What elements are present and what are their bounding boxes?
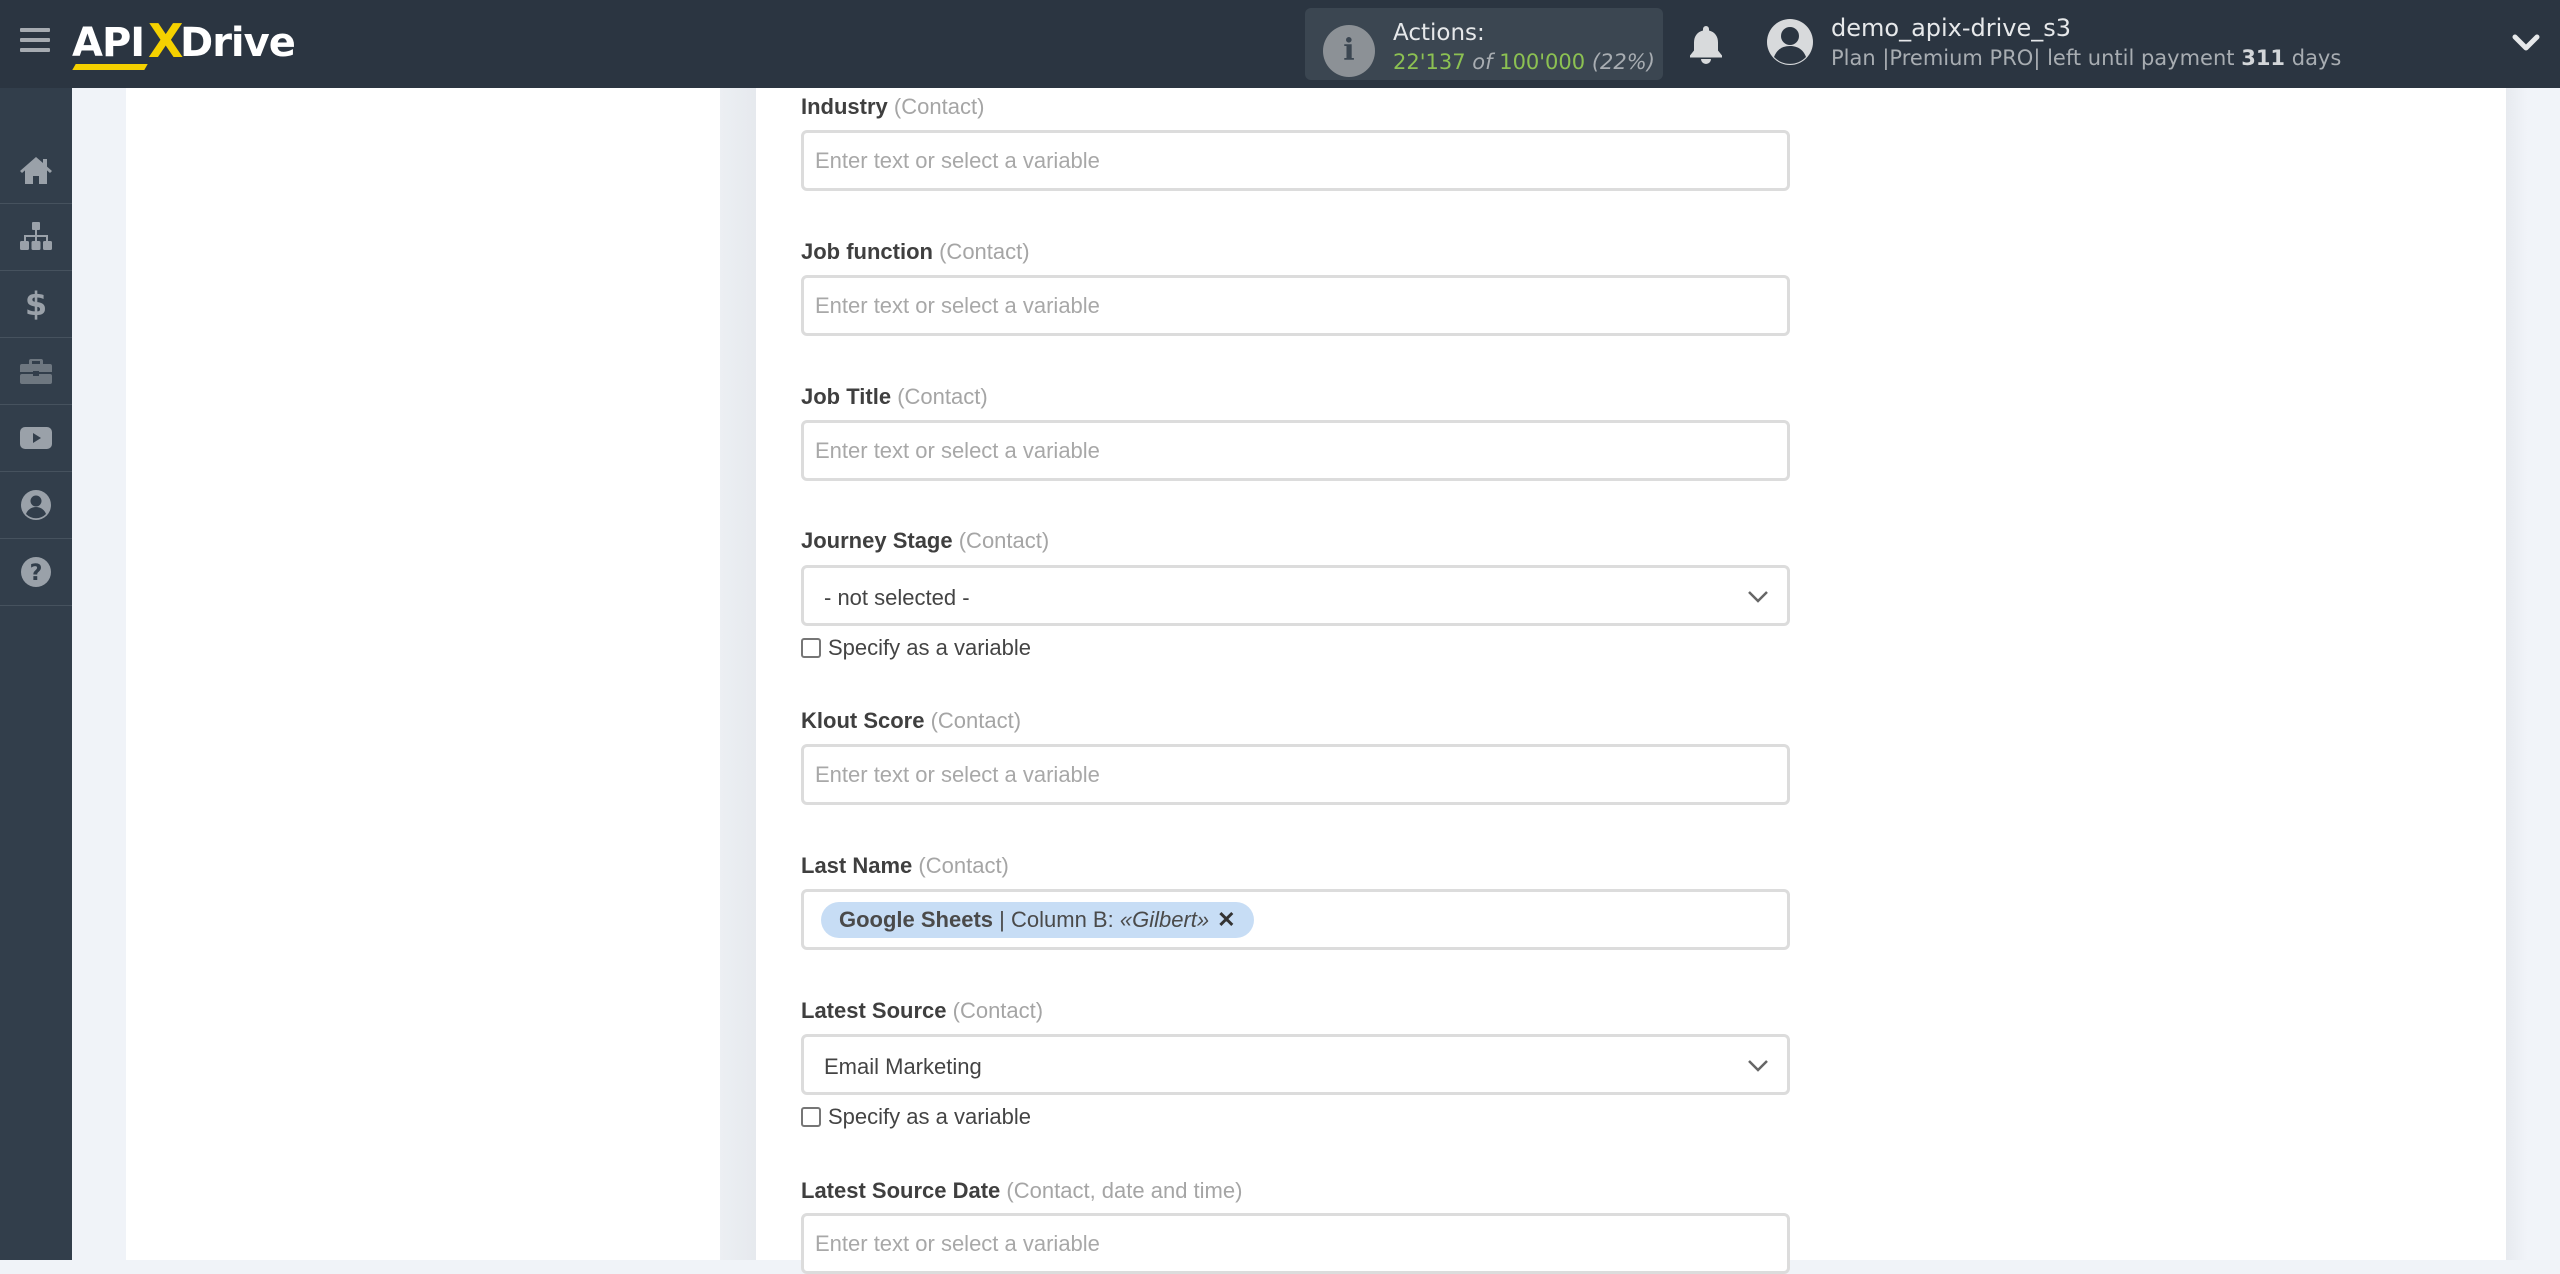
youtube-icon [20,427,52,449]
logo-text-drive: Drive [180,20,296,66]
user-name[interactable]: demo_apix-drive_s3 [1831,14,2071,42]
help-icon: ? [21,557,51,587]
top-header: API X Drive i Actions: 22'137 of 100'000… [0,0,2560,88]
actions-value: 22'137 of 100'000 (22%) [1393,50,1655,74]
svg-text:$: $ [25,286,47,322]
select-value: - not selected - [824,585,970,610]
field-hint: (Contact) [958,528,1050,553]
actions-used: 22'137 [1393,50,1466,74]
field-label-last-name: Last Name (Contact) [801,853,1009,879]
actions-label: Actions: [1393,20,1485,46]
checkbox[interactable] [801,638,821,658]
tag-column: Column B: [1011,907,1114,932]
field-name: Last Name [801,853,913,878]
menu-toggle-button[interactable] [20,28,50,56]
field-hint: (Contact) [897,384,988,409]
info-icon: i [1323,25,1375,77]
latest-source-variable-toggle[interactable]: Specify as a variable [801,1104,1031,1130]
checkbox[interactable] [801,1107,821,1127]
dollar-icon: $ [25,286,47,322]
latest-source-date-input[interactable] [801,1213,1790,1274]
job-function-input[interactable] [801,275,1790,336]
field-name: Job Title [801,384,892,409]
variable-tag[interactable]: Google Sheets | Column B: «Gilbert» ✕ [821,902,1254,938]
field-name: Job function [801,239,933,264]
panel-divider [720,88,756,1260]
field-hint: (Contact) [939,239,1030,264]
chevron-down-icon [1748,1060,1768,1072]
latest-source-select[interactable]: Email Marketing [801,1034,1790,1095]
remove-tag-icon[interactable]: ✕ [1217,907,1235,933]
last-name-input[interactable]: Google Sheets | Column B: «Gilbert» ✕ [801,889,1790,950]
sidebar-item-home[interactable] [0,137,72,204]
job-title-input[interactable] [801,420,1790,481]
field-hint: (Contact) [952,998,1044,1023]
bell-icon[interactable] [1688,24,1724,64]
field-label-job-title: Job Title (Contact) [801,384,988,410]
field-name: Journey Stage [801,528,953,553]
industry-input[interactable] [801,130,1790,191]
briefcase-icon [20,359,52,384]
field-label-industry: Industry (Contact) [801,94,984,120]
user-circle-icon [21,490,51,520]
sidebar-item-billing[interactable]: $ [0,271,72,338]
field-hint: (Contact) [918,853,1009,878]
field-name: Industry [801,94,888,119]
field-label-klout-score: Klout Score (Contact) [801,708,1021,734]
field-name: Latest Source [801,998,947,1023]
tag-separator: | [999,907,1005,932]
menu-icon-bar [20,48,50,52]
field-hint: (Contact) [893,94,985,119]
actions-total: 100'000 [1499,50,1586,74]
field-name: Latest Source Date [801,1178,1001,1203]
sidebar-item-help[interactable]: ? [0,539,72,606]
field-label-journey-stage: Journey Stage (Contact) [801,528,1049,554]
sidebar-item-connections[interactable] [0,204,72,271]
actions-counter[interactable]: i Actions: 22'137 of 100'000 (22%) [1305,8,1663,80]
sidebar-item-account[interactable] [0,472,72,539]
user-avatar-icon[interactable] [1766,18,1814,66]
sidebar-item-services[interactable] [0,338,72,405]
sidebar-item-videos[interactable] [0,405,72,472]
plan-text: Plan |Premium PRO| left until payment [1831,46,2235,70]
field-label-latest-source: Latest Source (Contact) [801,998,1043,1024]
journey-stage-select[interactable]: - not selected - [801,565,1790,626]
days-left: 311 [2241,46,2286,70]
logo-text-api: API [72,20,145,66]
checkbox-label: Specify as a variable [828,1104,1031,1129]
menu-icon-bar [20,38,50,42]
chevron-down-icon [1748,591,1768,603]
user-plan-info: Plan |Premium PRO| left until payment 31… [1831,46,2341,70]
field-name: Klout Score [801,708,925,733]
left-panel [126,88,720,1260]
field-label-latest-source-date: Latest Source Date (Contact, date and ti… [801,1178,1242,1204]
field-hint: (Contact, date and time) [1006,1178,1243,1203]
logo-underline [72,64,148,70]
checkbox-label: Specify as a variable [828,635,1031,660]
actions-of: of [1472,50,1493,74]
field-label-job-function: Job function (Contact) [801,239,1030,265]
logo-text-x: X [148,14,183,68]
actions-percent: (22%) [1591,50,1655,74]
home-icon [20,157,52,184]
journey-stage-variable-toggle[interactable]: Specify as a variable [801,635,1031,661]
sidebar: $ ? [0,88,72,1260]
chevron-down-icon[interactable] [2512,30,2540,56]
days-suffix: days [2291,46,2342,70]
menu-icon-bar [20,28,50,32]
svg-text:?: ? [30,561,43,586]
select-value: Email Marketing [824,1054,982,1079]
tag-value: «Gilbert» [1119,907,1210,932]
tag-source: Google Sheets [839,907,994,932]
sitemap-icon [20,222,52,250]
klout-score-input[interactable] [801,744,1790,805]
field-hint: (Contact) [930,708,1022,733]
page-background [2506,88,2560,1260]
